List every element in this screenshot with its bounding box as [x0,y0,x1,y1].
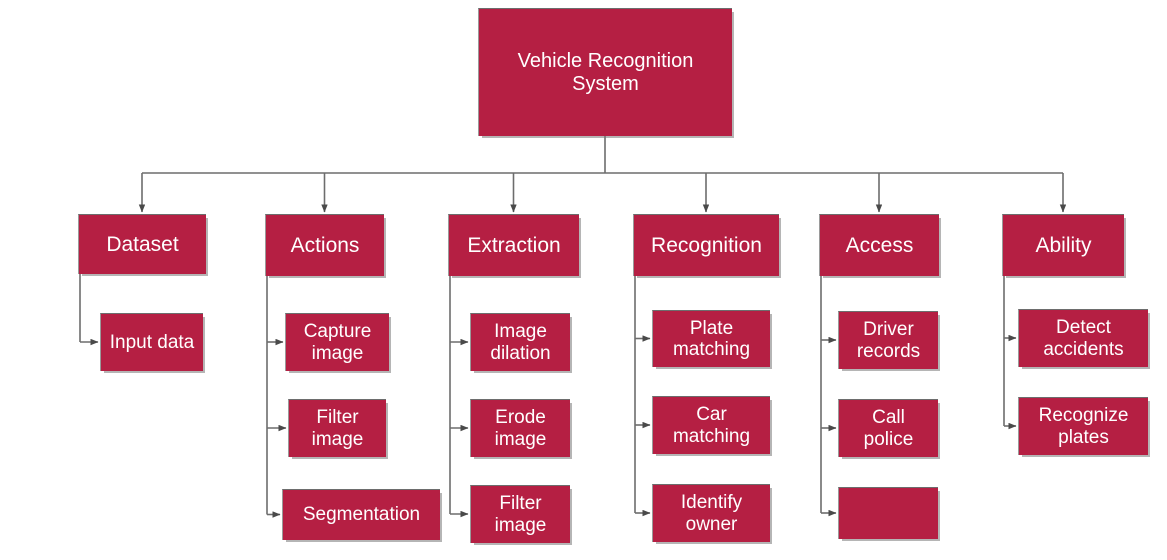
branch-recognition-item-car-matching[interactable]: Car matching [652,396,770,454]
branch-recognition-item-car-matching-label: Car matching [672,404,751,447]
branch-ability-item-detect-accidents-label: Detect accidents [1043,317,1124,360]
branch-ability-header[interactable]: Ability [1002,214,1124,276]
branch-actions-header[interactable]: Actions [265,214,384,276]
branch-actions-item-capture-image[interactable]: Capture image [285,313,389,371]
branch-dataset-header-label: Dataset [106,232,179,256]
branch-access-item-empty-3[interactable] [838,487,938,539]
branch-ability-item-detect-accidents[interactable]: Detect accidents [1018,309,1148,367]
branch-dataset-item-input-data[interactable]: Input data [100,313,203,371]
branch-access-header-label: Access [845,233,914,257]
branch-recognition-header[interactable]: Recognition [633,214,779,276]
branch-extraction-item-filter-image[interactable]: Filter image [470,485,570,543]
branch-extraction-header[interactable]: Extraction [448,214,579,276]
branch-recognition-item-identify-owner-label: Identify owner [680,492,743,535]
branch-extraction-item-erode-image-label: Erode image [494,407,547,450]
branch-recognition-item-identify-owner[interactable]: Identify owner [652,484,770,542]
branch-actions-item-filter-image-label: Filter image [311,407,364,450]
branch-access-header[interactable]: Access [819,214,939,276]
branch-dataset-item-input-data-label: Input data [109,331,195,353]
branch-access-item-driver-records-label: Driver records [856,319,921,362]
branch-recognition-header-label: Recognition [651,233,762,257]
branch-extraction-item-image-dilation-label: Image dilation [490,321,551,364]
branch-actions-item-filter-image[interactable]: Filter image [288,399,386,457]
branch-ability-item-recognize-plates-label: Recognize plates [1038,405,1129,448]
branch-access-item-driver-records[interactable]: Driver records [838,311,938,369]
branch-dataset-header[interactable]: Dataset [78,214,206,274]
branch-recognition-item-plate-matching-label: Plate matching [672,317,751,360]
branch-extraction-item-image-dilation[interactable]: Image dilation [470,313,570,371]
branch-actions-header-label: Actions [290,233,360,257]
branch-access-item-call-police-label: Call police [863,407,914,450]
root-node[interactable]: Vehicle Recognition System [478,8,732,136]
branch-extraction-item-erode-image[interactable]: Erode image [470,399,570,457]
branch-recognition-item-plate-matching[interactable]: Plate matching [652,310,770,367]
branch-actions-item-segmentation-label: Segmentation [302,504,421,526]
root-node-label: Vehicle Recognition System [517,50,694,95]
vehicle-recognition-system-diagram: Vehicle Recognition System Dataset Input d… [0,0,1167,560]
branch-ability-item-recognize-plates[interactable]: Recognize plates [1018,397,1148,455]
branch-actions-item-segmentation[interactable]: Segmentation [282,489,440,540]
branch-actions-item-capture-image-label: Capture image [303,321,372,364]
branch-access-item-call-police[interactable]: Call police [838,399,938,457]
branch-ability-header-label: Ability [1035,233,1092,257]
branch-extraction-header-label: Extraction [467,233,561,257]
branch-extraction-item-filter-image-label: Filter image [494,493,547,536]
